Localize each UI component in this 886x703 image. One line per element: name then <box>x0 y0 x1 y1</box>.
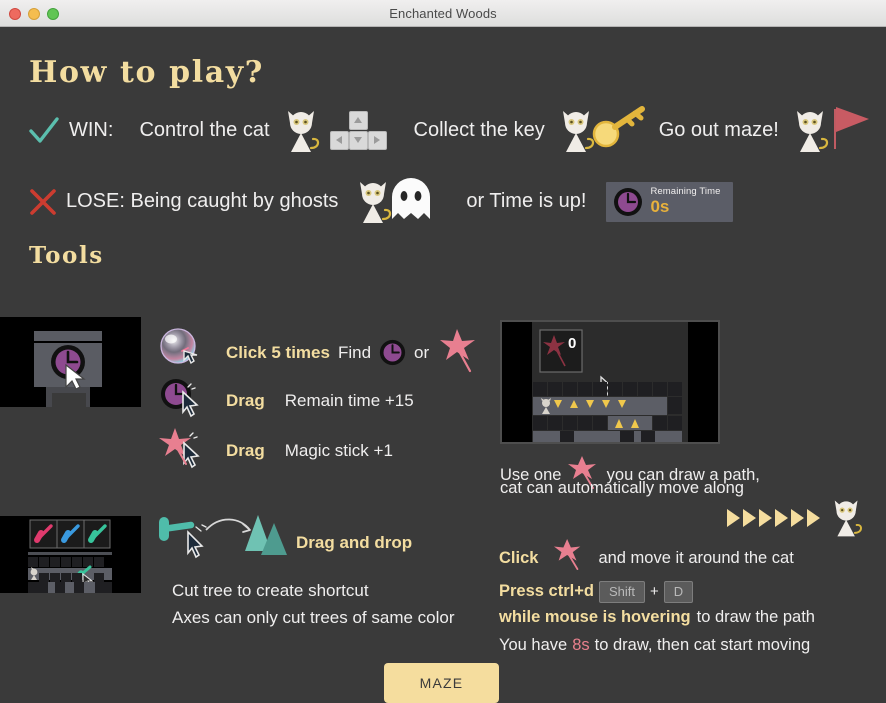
press-line: Press ctrl+d Shift + D <box>499 580 815 604</box>
key-plus: + <box>649 583 659 601</box>
how-to-play-heading: How to play? <box>29 55 264 90</box>
close-button[interactable] <box>9 8 21 20</box>
win-label: WIN: <box>69 119 114 141</box>
timing-a: You have <box>499 636 568 655</box>
hover-line: while mouse is hovering to draw the path <box>499 606 815 629</box>
key-down <box>348 130 368 150</box>
check-icon <box>29 116 59 143</box>
arrow-keys-icon <box>329 110 388 151</box>
cat-icon-3 <box>791 107 831 155</box>
click-5-times-label: Click 5 times <box>226 342 330 362</box>
lose-label: LOSE: Being caught by ghosts <box>66 190 339 212</box>
timing-c: to draw, then cat start moving <box>594 636 811 655</box>
key-chip-d: D <box>663 580 694 604</box>
minimize-button[interactable] <box>28 8 40 20</box>
tool-drag-time-row: Drag Remain time +15 <box>158 377 414 424</box>
drag-magic-action: Drag <box>226 440 265 460</box>
collect-key-label: Collect the key <box>413 119 545 141</box>
path-arrow-2 <box>743 509 756 527</box>
window-title: Enchanted Woods <box>389 5 497 21</box>
path-arrow-4 <box>775 509 788 527</box>
key-icon <box>589 104 651 157</box>
traffic-lights <box>9 8 59 20</box>
press-ctrl-d-label: Press ctrl+d <box>499 582 594 601</box>
clock-drag-icon <box>158 377 210 424</box>
key-up <box>348 110 368 130</box>
find-label: Find <box>337 342 372 362</box>
ghost-icon <box>388 175 434 228</box>
draw-path-line2: cat can automatically move along <box>500 479 744 497</box>
bubble-cursor-icon <box>158 327 210 378</box>
cut-tree-line2: Axes can only cut trees of same color <box>172 608 455 627</box>
path-arrows-and-cat <box>727 497 865 539</box>
magic-stick-drag-icon <box>158 427 210 474</box>
axe-drag-illustration <box>158 505 288 570</box>
cut-tree-line1: Cut tree to create shortcut <box>172 581 369 600</box>
clock-icon <box>614 187 643 216</box>
path-arrow-3 <box>759 509 772 527</box>
path-arrow-5 <box>791 509 804 527</box>
lose-row: LOSE: Being caught by ghosts or Time is … <box>28 175 733 228</box>
or-label: or <box>414 342 430 362</box>
drag-and-drop-label: Drag and drop <box>296 533 413 552</box>
key-right <box>367 130 387 150</box>
cat-icon-5 <box>829 497 865 539</box>
cat-icon-2 <box>557 107 597 155</box>
tool-click-row: Click 5 times Find or <box>158 327 477 378</box>
zoom-button[interactable] <box>47 8 59 20</box>
key-left <box>329 130 349 150</box>
win-row: WIN: Control the cat Collect the key Go … <box>27 103 871 158</box>
path-arrow-6 <box>807 509 820 527</box>
magic-counter-value: 0 <box>568 335 576 352</box>
maze-button[interactable]: MAZE <box>384 663 499 703</box>
flag-icon <box>827 103 871 158</box>
control-cat-label: Control the cat <box>139 119 270 141</box>
axe-inventory-screenshot <box>0 516 141 593</box>
hover-rest: to draw the path <box>696 607 815 626</box>
timing-line: You have 8s to draw, then cat start movi… <box>499 634 815 657</box>
key-chip-shift: Shift <box>598 580 645 604</box>
click-line: Click and move it around the cat <box>499 539 815 578</box>
page-body: How to play? WIN: Control the cat Collec… <box>0 27 886 703</box>
time-up-label: or Time is up! <box>466 190 587 212</box>
draw-path-screenshot: 0 <box>500 320 720 444</box>
click-label: Click <box>499 549 539 567</box>
draw-path-instructions: Click and move it around the cat Press c… <box>499 539 815 658</box>
drag-time-action: Drag <box>226 390 265 410</box>
cat-icon-4 <box>354 178 394 226</box>
x-icon <box>30 188 56 215</box>
drag-magic-effect: Magic stick +1 <box>284 440 393 460</box>
window-titlebar: Enchanted Woods <box>0 0 886 27</box>
clock-pickup-screenshot <box>0 317 141 407</box>
path-arrow-1 <box>727 509 740 527</box>
clock-icon-2 <box>379 339 406 366</box>
magic-stick-inline-icon-2 <box>552 539 586 578</box>
tools-heading: Tools <box>29 242 104 269</box>
cat-icon <box>282 107 322 155</box>
timing-seconds: 8s <box>572 636 590 655</box>
magic-stick-icon <box>437 327 477 378</box>
click-rest: and move it around the cat <box>598 549 794 567</box>
drag-time-effect: Remain time +15 <box>284 390 414 410</box>
tool-drag-magic-row: Drag Magic stick +1 <box>158 427 393 474</box>
remaining-time-widget: Remaining Time 0s <box>606 181 733 222</box>
remaining-time-value: 0s <box>650 197 670 217</box>
remaining-time-caption: Remaining Time <box>650 186 721 198</box>
go-out-maze-label: Go out maze! <box>658 119 779 141</box>
hover-label: while mouse is hovering <box>499 607 691 626</box>
